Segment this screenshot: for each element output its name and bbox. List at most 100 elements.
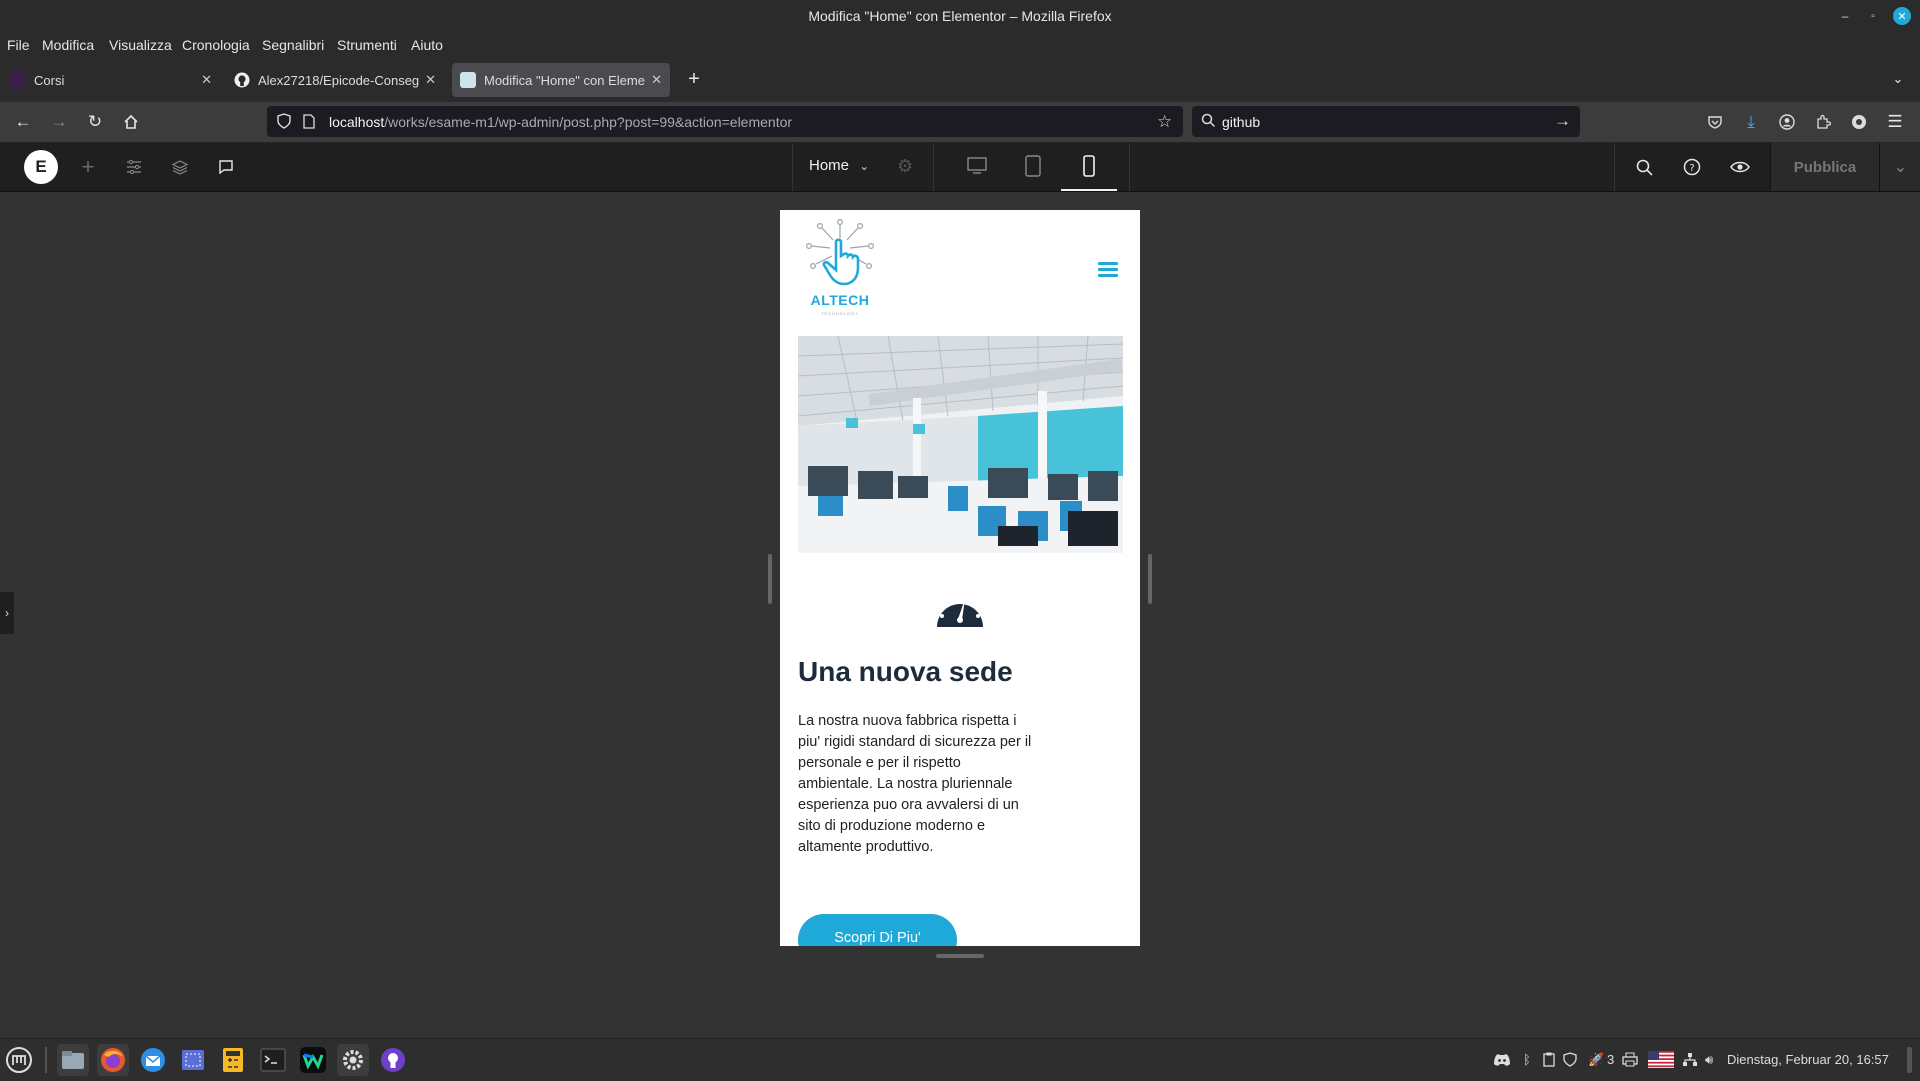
- comments-icon[interactable]: [214, 155, 238, 179]
- page-name-dropdown[interactable]: Home ⌄: [809, 157, 869, 174]
- page-settings-gear-icon[interactable]: ⚙: [897, 156, 913, 177]
- mobile-view-icon[interactable]: [1083, 155, 1095, 182]
- app-menu-icon[interactable]: ☰: [1885, 112, 1905, 132]
- shield-icon[interactable]: [277, 113, 291, 134]
- screenshot-tool-icon[interactable]: [177, 1044, 209, 1076]
- updates-count: 3: [1607, 1052, 1615, 1067]
- menu-visualizza[interactable]: Visualizza: [109, 37, 172, 53]
- resize-handle-bottom[interactable]: [936, 954, 984, 958]
- altech-logo[interactable]: ALTECH TECHNOLOGY: [802, 218, 878, 318]
- window-title: Modifica "Home" con Elementor – Mozilla …: [808, 8, 1112, 24]
- webstorm-icon[interactable]: [297, 1044, 329, 1076]
- settings-gear-icon[interactable]: [337, 1044, 369, 1076]
- site-settings-icon[interactable]: [122, 155, 146, 179]
- hamburger-menu-icon[interactable]: [1098, 262, 1118, 278]
- downloads-icon[interactable]: ⤓: [1741, 112, 1761, 132]
- us-flag-keyboard-icon[interactable]: [1648, 1051, 1674, 1071]
- bookmark-star-icon[interactable]: ☆: [1157, 112, 1172, 132]
- search-icon[interactable]: [1632, 155, 1656, 179]
- terminal-icon[interactable]: [257, 1044, 289, 1076]
- forward-icon[interactable]: →: [49, 112, 69, 132]
- profile-extension-icon[interactable]: [1849, 112, 1869, 132]
- window-titlebar: Modifica "Home" con Elementor – Mozilla …: [0, 0, 1920, 32]
- taskbar: ᛒ 🚀 3 🔊︎ Dienstag, Februar 20, 16:57: [0, 1038, 1920, 1081]
- discover-more-button[interactable]: Scopri Di Piu': [798, 914, 957, 946]
- desktop-view-icon[interactable]: [967, 157, 987, 180]
- section-body-text: La nostra nuova fabbrica rispetta i piu'…: [798, 713, 1032, 855]
- structure-layers-icon[interactable]: [168, 155, 192, 179]
- search-icon: [1201, 113, 1216, 133]
- search-bar[interactable]: github →: [1192, 106, 1580, 137]
- tab-label: Corsi: [34, 72, 65, 88]
- menu-start-icon[interactable]: [3, 1044, 35, 1076]
- tab-github[interactable]: Alex27218/Epicode-Conseg ✕: [226, 63, 444, 97]
- resize-handle-right[interactable]: [1148, 554, 1152, 604]
- hand-circuit-logo-icon: [805, 218, 874, 286]
- address-bar[interactable]: localhost/works/esame-m1/wp-admin/post.p…: [267, 106, 1183, 137]
- active-device-indicator: [1061, 189, 1117, 191]
- account-icon[interactable]: [1777, 112, 1797, 132]
- url-text[interactable]: localhost/works/esame-m1/wp-admin/post.p…: [329, 114, 792, 130]
- add-element-icon[interactable]: +: [76, 154, 100, 179]
- editor-canvas: › ALTECH TECHNOLOGY Una nuova sede La no…: [0, 192, 1920, 1038]
- close-window-icon[interactable]: ✕: [1893, 7, 1911, 25]
- close-tab-icon[interactable]: ✕: [651, 72, 662, 88]
- reload-icon[interactable]: ↻: [85, 112, 105, 132]
- search-query[interactable]: github: [1222, 114, 1260, 130]
- firefox-icon[interactable]: [97, 1044, 129, 1076]
- publish-options-chevron-icon[interactable]: ⌄: [1879, 143, 1920, 191]
- tablet-view-icon[interactable]: [1025, 155, 1041, 182]
- menu-segnalibri[interactable]: Segnalibri: [262, 37, 324, 53]
- list-all-tabs-icon[interactable]: ⌄: [1888, 69, 1908, 89]
- file-manager-icon[interactable]: [57, 1044, 89, 1076]
- go-arrow-icon[interactable]: →: [1554, 111, 1571, 131]
- clock[interactable]: Dienstag, Februar 20, 16:57: [1727, 1052, 1889, 1067]
- github-desktop-icon[interactable]: [377, 1044, 409, 1076]
- network-icon[interactable]: [1682, 1052, 1698, 1070]
- tab-label: Modifica "Home" con Eleme: [484, 72, 645, 88]
- volume-icon[interactable]: 🔊︎: [1705, 1052, 1713, 1068]
- tab-elementor[interactable]: Modifica "Home" con Eleme ✕: [452, 63, 670, 97]
- back-icon[interactable]: ←: [13, 112, 33, 132]
- discord-icon[interactable]: [1492, 1052, 1512, 1071]
- menu-aiuto[interactable]: Aiuto: [411, 37, 443, 53]
- clipboard-icon[interactable]: [1543, 1052, 1555, 1070]
- close-tab-icon[interactable]: ✕: [201, 72, 212, 88]
- tab-corsi[interactable]: Corsi ✕: [2, 63, 220, 97]
- thunderbird-icon[interactable]: [137, 1044, 169, 1076]
- home-icon[interactable]: [121, 112, 141, 132]
- menubar: File Modifica Visualizza Cronologia Segn…: [0, 32, 1920, 57]
- shield-tray-icon[interactable]: [1563, 1052, 1577, 1070]
- elementor-logo-icon[interactable]: E: [24, 150, 58, 184]
- section-heading: Una nuova sede: [798, 656, 1013, 687]
- minimize-icon[interactable]: –: [1836, 7, 1854, 25]
- restore-icon[interactable]: ▫: [1864, 7, 1882, 25]
- printer-icon[interactable]: [1622, 1052, 1638, 1070]
- calculator-icon[interactable]: [217, 1044, 249, 1076]
- help-icon[interactable]: ?: [1680, 155, 1704, 179]
- menu-file[interactable]: File: [7, 37, 30, 53]
- publish-button[interactable]: Pubblica: [1770, 143, 1879, 191]
- bluetooth-icon[interactable]: ᛒ: [1523, 1052, 1531, 1067]
- panel-toggle-icon[interactable]: ›: [0, 592, 14, 634]
- logo-text: ALTECH: [810, 292, 870, 308]
- navigation-toolbar: ← → ↻ localhost/works/esame-m1/wp-admin/…: [0, 102, 1920, 143]
- menu-strumenti[interactable]: Strumenti: [337, 37, 397, 53]
- speedometer-icon: [935, 589, 985, 629]
- preview-eye-icon[interactable]: [1728, 155, 1752, 179]
- svg-text:?: ?: [1689, 163, 1694, 174]
- elementor-toolbar: E + Home ⌄ ⚙ ? Pubblica ⌄: [0, 143, 1920, 192]
- page-icon[interactable]: [303, 114, 315, 134]
- updates-rocket-icon[interactable]: 🚀: [1588, 1052, 1604, 1068]
- corsi-favicon-icon: [10, 72, 26, 88]
- resize-handle-left[interactable]: [768, 554, 772, 604]
- new-tab-icon[interactable]: +: [684, 68, 704, 90]
- menu-cronologia[interactable]: Cronologia: [182, 37, 250, 53]
- pocket-icon[interactable]: [1705, 112, 1725, 132]
- close-tab-icon[interactable]: ✕: [425, 72, 436, 88]
- show-desktop-button[interactable]: [1907, 1047, 1912, 1073]
- extensions-icon[interactable]: [1813, 112, 1833, 132]
- tab-label: Alex27218/Epicode-Conseg: [258, 72, 420, 88]
- tab-strip: Corsi ✕ Alex27218/Epicode-Conseg ✕ Modif…: [0, 57, 1920, 102]
- menu-modifica[interactable]: Modifica: [42, 37, 94, 53]
